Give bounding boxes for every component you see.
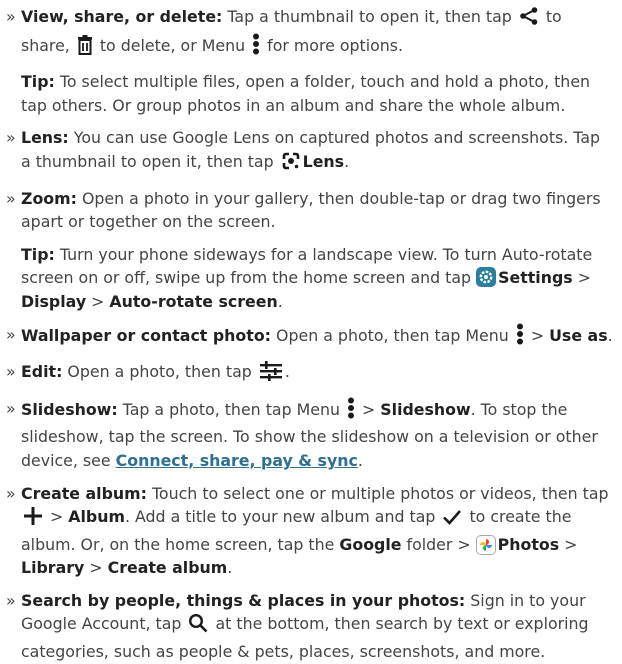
- item-title: Zoom:: [21, 188, 77, 208]
- list-item-lens: Lens: You can use Google Lens on capture…: [6, 126, 614, 177]
- list-item-edit: Edit: Open a photo, then tap .: [6, 360, 614, 388]
- photos-label: Photos: [497, 534, 560, 554]
- item-title: Create album:: [21, 483, 147, 503]
- connect-share-link[interactable]: Connect, share, pay & sync: [116, 451, 358, 470]
- item-title: Search by people, things & places in you…: [21, 590, 466, 610]
- separator: >: [572, 268, 591, 288]
- google-folder-label: Google: [339, 534, 402, 554]
- slideshow-label: Slideshow: [380, 399, 471, 419]
- google-photos-icon: [475, 534, 496, 555]
- list-item-search: Search by people, things & places in you…: [6, 589, 614, 664]
- item-text: . Add a title to your new album and tap: [124, 507, 441, 527]
- item-text: Open a photo in your gallery, then doubl…: [21, 188, 601, 232]
- tip-multiple-files: Tip: To select multiple files, open a fo…: [6, 70, 614, 117]
- separator: >: [86, 291, 110, 311]
- use-as-label: Use as: [549, 325, 608, 345]
- tip-label: Tip:: [21, 72, 55, 92]
- lens-label: Lens: [302, 151, 345, 171]
- more-vert-icon: [516, 323, 524, 352]
- separator: >: [357, 399, 381, 419]
- separator: >: [84, 558, 108, 578]
- library-label: Library: [21, 558, 85, 578]
- item-text: .: [277, 291, 283, 311]
- list-item-slideshow: Slideshow: Tap a photo, then tap Menu > …: [6, 397, 614, 473]
- tip-text: To select multiple files, open a folder,…: [21, 72, 591, 115]
- item-text: .: [284, 362, 290, 382]
- plus-icon: [23, 506, 43, 533]
- item-text: .: [357, 450, 363, 470]
- share-icon: [519, 6, 539, 33]
- item-text: to delete, or Menu: [94, 35, 251, 55]
- item-text: Tap a thumbnail to open it, then tap: [222, 7, 517, 26]
- separator: >: [45, 507, 69, 527]
- list-item-create-album: Create album: Touch to select one or mul…: [6, 482, 614, 580]
- separator: >: [525, 325, 550, 345]
- google-lens-icon: [281, 151, 301, 178]
- list-item-wallpaper: Wallpaper or contact photo: Open a photo…: [6, 323, 614, 352]
- list-item-view-share-delete: View, share, or delete: Tap a thumbnail …: [6, 5, 614, 61]
- tune-sliders-icon: [259, 361, 283, 388]
- item-title: Wallpaper or contact photo:: [21, 325, 271, 345]
- item-title: Edit:: [21, 362, 63, 382]
- checkmark-icon: [442, 508, 462, 533]
- more-vert-icon: [347, 397, 355, 426]
- item-text: .: [607, 325, 613, 345]
- settings-gear-icon: [476, 267, 497, 288]
- help-page: View, share, or delete: Tap a thumbnail …: [0, 0, 622, 661]
- item-text: folder >: [401, 534, 476, 554]
- item-text: Tap a photo, then tap Menu: [117, 399, 346, 419]
- separator: >: [559, 534, 578, 554]
- item-title: View, share, or delete:: [21, 7, 223, 26]
- item-text: .: [344, 151, 350, 171]
- item-title: Lens:: [21, 128, 69, 148]
- display-label: Display: [21, 291, 87, 311]
- list-item-zoom: Zoom: Open a photo in your gallery, then…: [6, 187, 614, 234]
- item-text: Touch to select one or multiple photos o…: [146, 483, 609, 503]
- tip-label: Tip:: [21, 244, 55, 264]
- settings-label: Settings: [498, 268, 573, 288]
- item-text: .: [227, 558, 233, 578]
- auto-rotate-label: Auto-rotate screen: [109, 291, 278, 311]
- item-title: Slideshow:: [21, 399, 118, 419]
- more-vert-icon: [252, 33, 260, 62]
- trash-icon: [77, 34, 93, 62]
- create-album-label: Create album: [107, 558, 228, 578]
- item-text: Open a photo, then tap: [62, 362, 257, 382]
- item-text: for more options.: [262, 35, 404, 55]
- tip-auto-rotate: Tip: Turn your phone sideways for a land…: [6, 243, 614, 314]
- search-icon: [188, 613, 208, 640]
- album-label: Album: [68, 507, 125, 527]
- item-text: Open a photo, then tap Menu: [271, 325, 514, 345]
